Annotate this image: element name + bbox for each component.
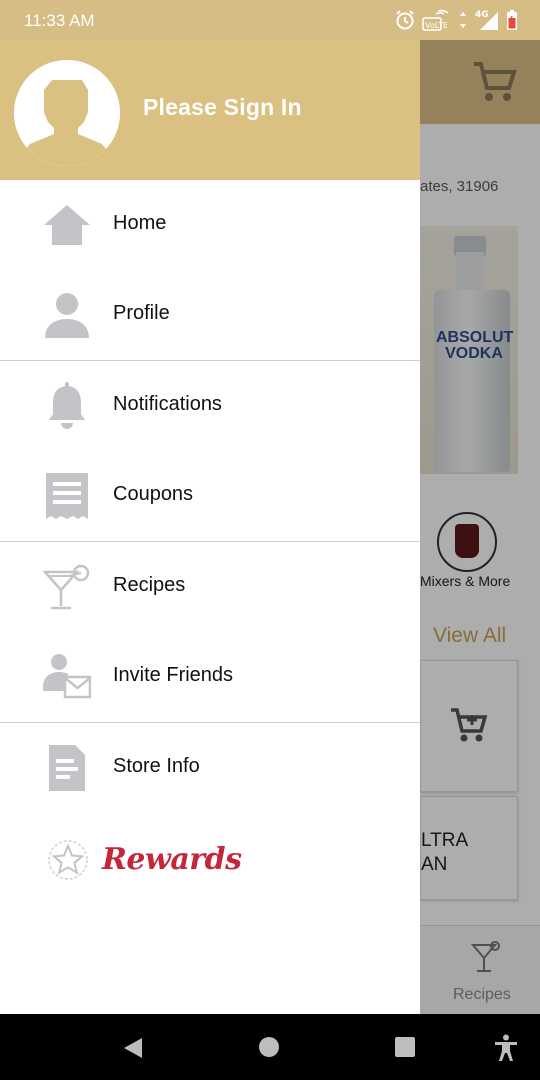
status-bar: 11:33 AM VoLTE 4G	[0, 0, 540, 40]
recents-icon[interactable]	[394, 1036, 416, 1058]
user-silhouette-icon	[14, 60, 120, 166]
sign-in-prompt[interactable]: Please Sign In	[143, 94, 302, 121]
cocktail-icon	[42, 562, 92, 612]
drawer-item-profile[interactable]: Profile	[0, 270, 420, 360]
avatar[interactable]	[14, 60, 120, 166]
profile-icon	[42, 290, 92, 340]
drawer-item-store-info[interactable]: Store Info	[0, 723, 420, 813]
rewards-logo: Rewards	[102, 842, 242, 877]
drawer-item-rewards[interactable]: Rewards	[0, 820, 420, 900]
back-icon[interactable]	[122, 1036, 144, 1060]
document-icon	[42, 743, 92, 793]
coupon-icon	[42, 471, 92, 521]
volte-icon: VoLTE	[422, 9, 449, 31]
bell-icon	[42, 381, 92, 431]
drawer-item-label: Invite Friends	[113, 664, 234, 686]
drawer-item-label: Home	[113, 212, 167, 234]
drawer-item-label: Profile	[113, 302, 170, 324]
svg-text:4G: 4G	[475, 10, 489, 20]
drawer-item-notifications[interactable]: Notifications	[0, 361, 420, 451]
alarm-icon	[396, 10, 414, 30]
drawer-item-invite-friends[interactable]: Invite Friends	[0, 632, 420, 722]
drawer-item-coupons[interactable]: Coupons	[0, 451, 420, 541]
accessibility-icon[interactable]	[494, 1034, 518, 1062]
battery-icon	[507, 10, 517, 30]
status-icons: VoLTE 4G	[394, 8, 518, 32]
system-navigation-bar	[0, 1014, 540, 1080]
signal-icon: 4G	[475, 10, 498, 30]
drawer-item-label: Notifications	[113, 393, 222, 415]
drawer-item-recipes[interactable]: Recipes	[0, 542, 420, 632]
home-icon	[42, 200, 92, 250]
drawer-item-home[interactable]: Home	[0, 180, 420, 270]
drawer-item-label: Store Info	[113, 755, 200, 777]
home-nav-icon[interactable]	[258, 1036, 280, 1058]
drawer-header[interactable]: Please Sign In	[0, 40, 420, 180]
navigation-drawer: Please Sign In Home Profile Notification…	[0, 40, 420, 1014]
drawer-item-label: Coupons	[113, 483, 194, 505]
invite-icon	[42, 652, 92, 702]
data-arrows-icon	[460, 12, 466, 28]
svg-text:VoLTE: VoLTE	[425, 21, 448, 30]
star-badge-icon	[48, 840, 88, 880]
status-time: 11:33 AM	[24, 11, 95, 30]
drawer-item-label: Recipes	[113, 574, 186, 596]
